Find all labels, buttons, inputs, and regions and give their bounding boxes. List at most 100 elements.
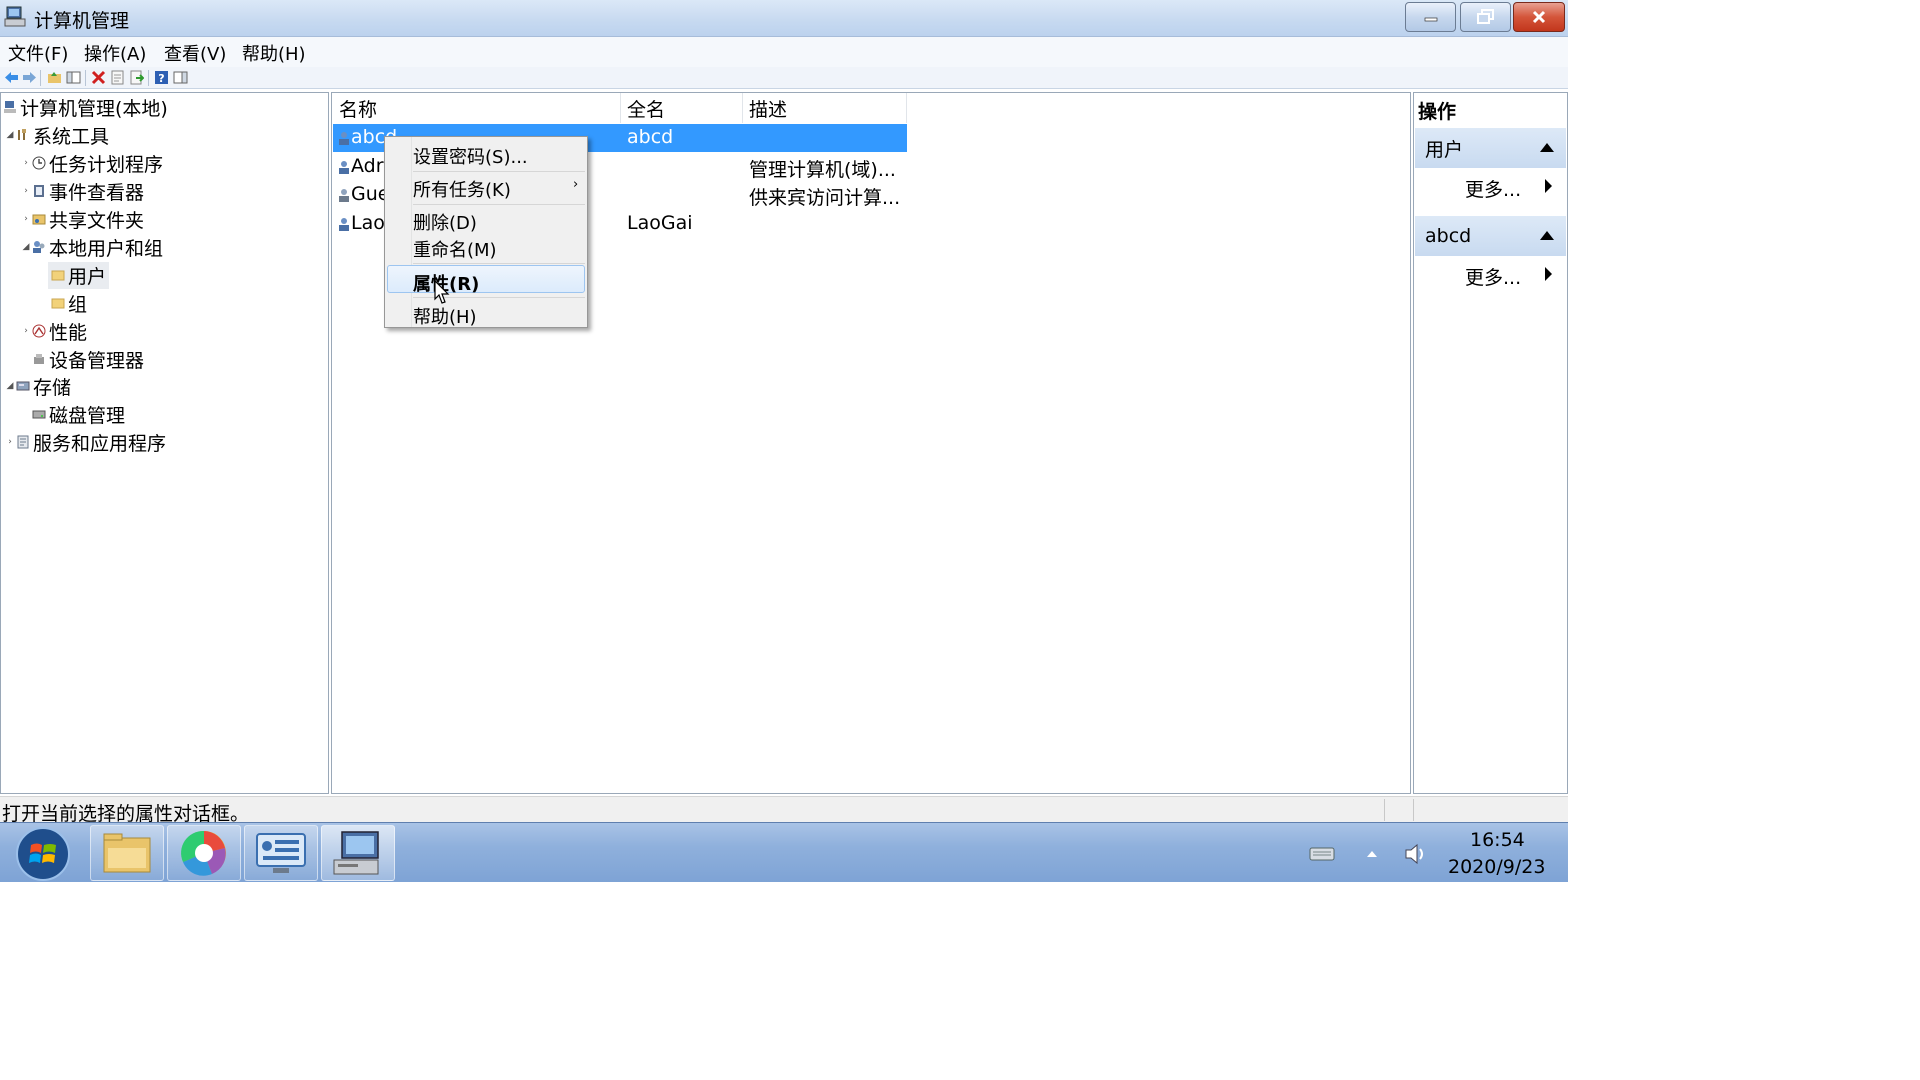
show-hide-tree-icon[interactable] [66,70,81,85]
column-header-description[interactable]: 描述 [743,93,907,123]
close-button[interactable] [1513,2,1565,32]
tree-item-disk-management[interactable]: 磁盘管理 [32,401,125,427]
menu-action[interactable]: 操作(A) [84,40,146,66]
expand-arrow-icon[interactable]: › [20,158,32,168]
title-bar: 计算机管理 [0,0,1568,37]
clock-date[interactable]: 2020/9/23 [1448,856,1545,878]
tree-label: 性能 [49,321,88,344]
menu-view[interactable]: 查看(V) [164,40,226,66]
expand-arrow-icon[interactable]: › [4,437,16,447]
taskbar [0,822,1568,882]
context-menu: 设置密码(S)... 所有任务(K) › 删除(D) 重命名(M) 属性(R) … [384,136,588,328]
folder-icon [103,833,151,873]
guest-user-icon [339,189,349,202]
browser-icon [181,830,226,876]
menu-item-delete[interactable]: 删除(D) [413,209,477,235]
action-more-abcd[interactable]: 更多... [1465,263,1521,290]
forward-arrow-icon[interactable] [22,70,37,85]
tree-label: 本地用户和组 [49,237,164,260]
up-folder-icon[interactable] [47,70,62,85]
tree-item-event-viewer[interactable]: › 事件查看器 [20,178,144,204]
back-arrow-icon[interactable] [4,70,19,85]
clock-time[interactable]: 16:54 [1470,829,1525,851]
tree-label: 设备管理器 [49,349,145,372]
tree-label: 磁盘管理 [49,404,126,427]
tools-icon [18,129,26,140]
tree-label: 用户 [68,265,107,288]
show-action-pane-icon[interactable] [173,70,188,85]
minimize-button[interactable] [1405,2,1456,32]
collapse-triangle-icon[interactable] [1540,143,1554,152]
show-hidden-icons-icon[interactable] [1366,849,1378,859]
cell-name: Lao [351,212,385,234]
expand-arrow-icon[interactable]: › [20,186,32,196]
tree-item-shared-folders[interactable]: › 共享文件夹 [20,206,144,232]
user-icon [339,218,349,231]
taskbar-explorer[interactable] [90,825,164,881]
expand-arrow-icon[interactable]: › [20,326,32,336]
expand-arrow-icon[interactable]: › [20,214,32,224]
collapse-arrow-icon[interactable]: ◢ [4,130,16,140]
menu-item-all-tasks[interactable]: 所有任务(K) [413,176,511,202]
tree-item-performance[interactable]: › 性能 [20,318,87,344]
toolbar-separator [148,70,149,86]
taskbar-computer-management[interactable] [321,825,395,881]
tree-item-root[interactable]: 计算机管理(本地) [3,94,168,120]
submenu-arrow-icon: › [573,177,579,192]
device-manager-icon [34,354,44,364]
cell-description: 供来宾访问计算... [749,187,901,209]
tree-item-task-scheduler[interactable]: › 任务计划程序 [20,150,163,176]
collapse-arrow-icon[interactable]: ◢ [4,381,16,391]
menu-item-set-password[interactable]: 设置密码(S)... [413,143,528,169]
menu-item-help[interactable]: 帮助(H) [413,303,477,329]
cell-fullname: LaoGai [627,212,693,234]
collapse-triangle-icon[interactable] [1540,231,1554,240]
collapse-arrow-icon[interactable]: ◢ [20,242,32,252]
tree-label: 服务和应用程序 [33,432,167,455]
status-divider [1384,799,1385,821]
tree-label: 组 [68,293,88,316]
action-group-users[interactable]: 用户 [1415,128,1566,168]
users-group-icon [33,241,45,253]
help-icon[interactable]: ? [154,70,169,85]
column-header-name[interactable]: 名称 [333,93,621,123]
tree-item-local-users-groups[interactable]: ◢ 本地用户和组 [20,234,163,260]
export-list-icon[interactable] [129,70,144,85]
menu-item-rename[interactable]: 重命名(M) [413,236,497,262]
restore-button[interactable] [1460,2,1511,32]
keyboard-icon[interactable] [1309,845,1335,863]
shared-folder-icon [32,214,46,225]
computer-management-icon [333,831,379,875]
action-more-users[interactable]: 更多... [1465,175,1521,202]
window-title: 计算机管理 [34,10,130,32]
computer-management-icon [4,6,26,27]
taskbar-control-panel[interactable] [244,825,318,881]
action-group-abcd[interactable]: abcd [1415,216,1566,256]
start-button[interactable] [14,825,72,883]
toolbar-separator [40,70,41,86]
menu-bar: 文件(F) 操作(A) 查看(V) 帮助(H) [0,37,1568,67]
context-menu-gutter [411,137,412,327]
folder-icon [51,270,65,281]
tree-item-groups[interactable]: 组 [51,290,87,316]
tree-item-system-tools[interactable]: ◢ 系统工具 [4,122,109,148]
properties-icon[interactable] [110,70,125,85]
disk-icon [32,410,46,419]
delete-icon[interactable] [91,70,106,85]
submenu-arrow-icon [1545,179,1552,193]
column-header-fullname[interactable]: 全名 [621,93,743,123]
taskbar-browser[interactable] [167,825,241,881]
context-menu-separator [413,263,585,264]
status-bar: 打开当前选择的属性对话框。 [0,796,1568,825]
tree-item-storage[interactable]: ◢ 存储 [4,373,71,399]
submenu-arrow-icon [1545,267,1552,281]
toolbar: ? [0,67,1568,89]
tree-item-users[interactable]: 用户 [48,261,110,289]
volume-icon[interactable] [1403,841,1429,867]
menu-file[interactable]: 文件(F) [8,40,68,66]
restore-icon [1476,9,1494,24]
menu-help[interactable]: 帮助(H) [242,40,306,66]
close-icon [1532,10,1546,24]
tree-item-device-manager[interactable]: 设备管理器 [32,346,144,372]
tree-item-services-apps[interactable]: › 服务和应用程序 [4,429,166,455]
